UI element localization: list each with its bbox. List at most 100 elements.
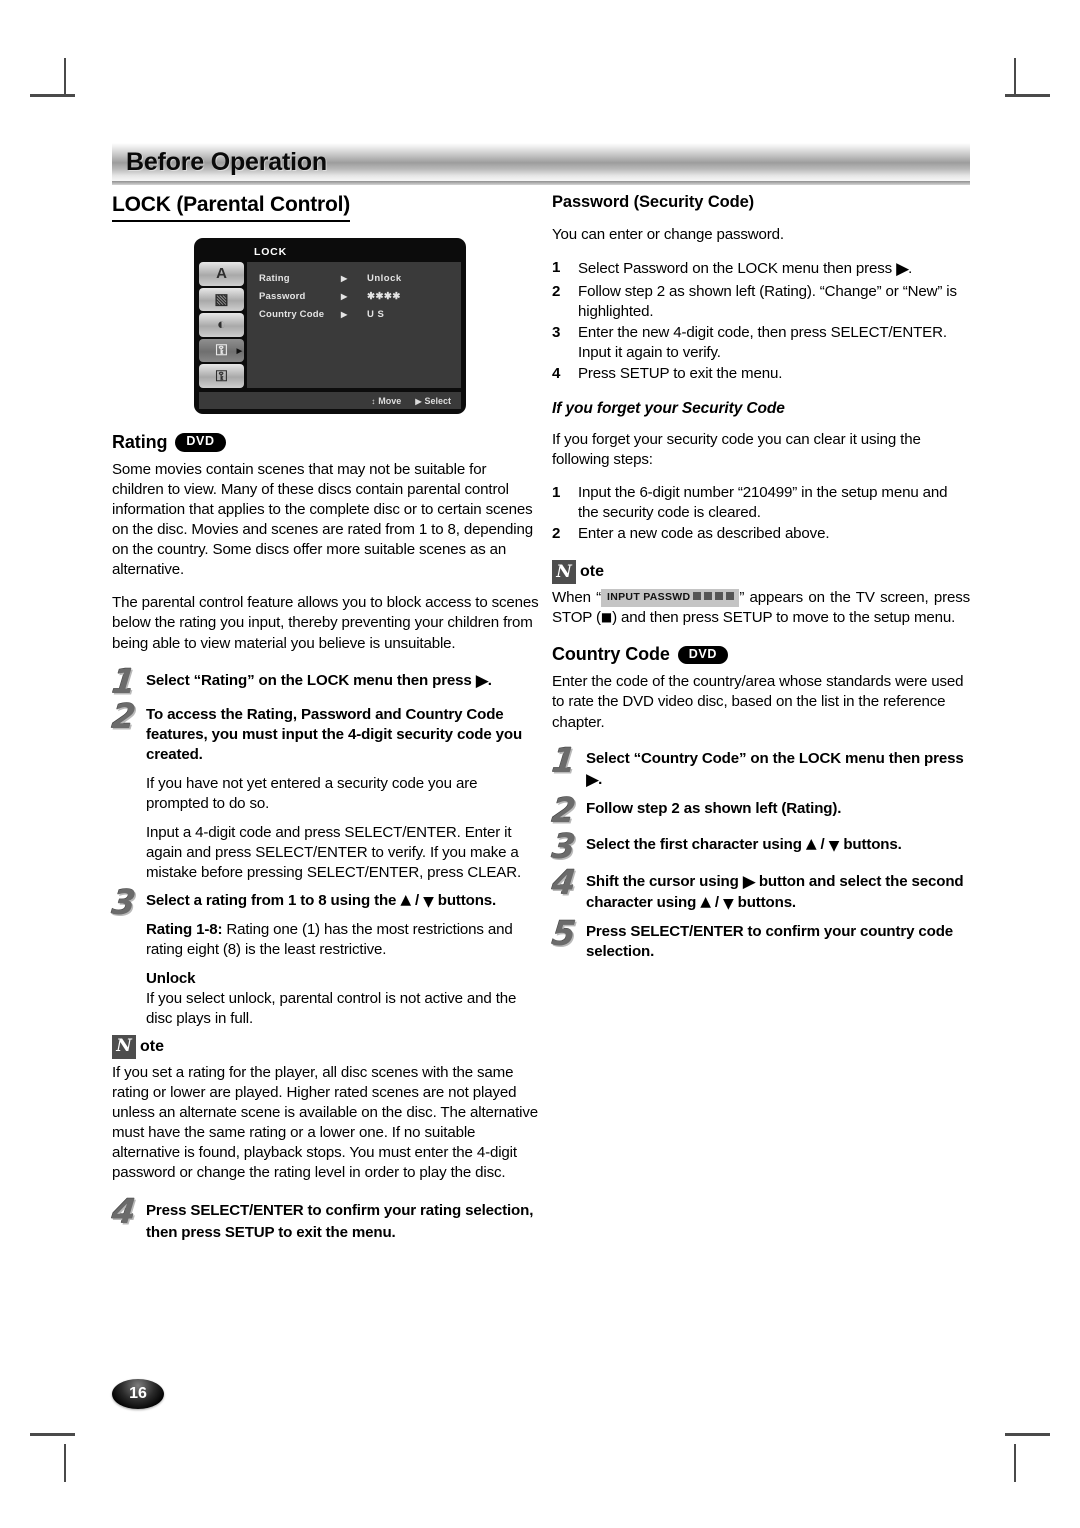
- down-arrow-button-icon: ▼: [722, 896, 734, 913]
- chevron-right-icon: ▶: [341, 291, 348, 301]
- crop-mark-top-left-horizontal: [30, 94, 75, 97]
- page-header-banner: Before Operation: [112, 143, 970, 181]
- input-passwd-osd-chip: INPUT PASSWD: [601, 589, 740, 608]
- crop-mark-bottom-right-vertical: [1014, 1444, 1016, 1482]
- osd-row-value: U S: [367, 308, 385, 320]
- crop-mark-top-right-horizontal: [1005, 94, 1050, 97]
- step-detail-1: If you have not yet entered a security c…: [146, 775, 478, 813]
- step-number: 5: [549, 913, 578, 954]
- osd-row-rating: Rating ▶ Unlock: [259, 269, 461, 287]
- right-arrow-button-icon: ▶: [475, 670, 489, 691]
- rating-title: Rating: [112, 432, 168, 452]
- osd-row-label: Country Code: [259, 308, 325, 320]
- chevron-right-icon: ▶: [341, 273, 348, 283]
- step-text: Follow step 2 as shown left (Rating).: [586, 799, 842, 817]
- step-number: 2: [552, 525, 561, 543]
- crop-mark-bottom-left-horizontal: [30, 1433, 75, 1436]
- osd-main: A ▧ ◐ ⚿ ▶ ⚿ Rating ▶ Unlock Password ▶ ✱…: [199, 262, 461, 388]
- step-text: To access the Rating, Password and Count…: [146, 706, 523, 764]
- osd-row-country-code: Country Code ▶ U S: [259, 305, 461, 323]
- country-step-5: 5 Press SELECT/ENTER to confirm your cou…: [549, 913, 970, 962]
- osd-footer-hints: ↕ Move ▶ Select: [199, 392, 461, 409]
- osd-row-label: Rating: [259, 272, 290, 284]
- osd-sidebar: A ▧ ◐ ⚿ ▶ ⚿: [199, 262, 247, 388]
- step-text: Input the 6-digit number “210499” in the…: [578, 484, 948, 522]
- step-number: 1: [552, 259, 561, 277]
- note-icon: N: [552, 560, 576, 585]
- note-label: ote: [580, 563, 604, 581]
- step-text: Follow step 2 as shown left (Rating). “C…: [578, 282, 957, 320]
- country-step-3: 3 Select the first character using ▲ / ▼…: [549, 826, 902, 867]
- note-heading: N ote: [552, 560, 970, 585]
- step-number: 3: [109, 882, 138, 923]
- list-item: 2 Enter a new code as described above.: [552, 524, 970, 544]
- right-arrow-button-icon: ▶: [742, 871, 756, 892]
- down-arrow-button-icon: ▼: [828, 837, 840, 854]
- passwd-square-icon: [726, 592, 735, 601]
- crop-mark-top-right-vertical: [1014, 58, 1016, 96]
- right-arrow-button-icon: ▶: [896, 259, 909, 280]
- section-heading-password: Password (Security Code): [552, 193, 755, 211]
- step-number: 4: [549, 862, 578, 903]
- password-note-text: When “INPUT PASSWD” appears on the TV sc…: [552, 589, 970, 627]
- chevron-right-icon: ▶: [415, 396, 422, 406]
- rating-range-note: Rating 1-8: Rating one (1) has the most …: [146, 921, 513, 959]
- country-step-1: 1 Select “Country Code” on the LOCK menu…: [549, 740, 964, 790]
- list-item: 1 Select Password on the LOCK menu then p…: [552, 259, 913, 280]
- osd-hint-move: ↕ Move: [371, 395, 402, 406]
- passwd-square-icon: [704, 592, 713, 601]
- step-text: Press SETUP to exit the menu.: [578, 364, 783, 382]
- up-arrow-button-icon: ▲: [700, 894, 711, 911]
- section-heading-lock: LOCK (Parental Control): [112, 193, 350, 222]
- rating-step-1: 1 Select “Rating” on the LOCK menu then …: [109, 661, 492, 702]
- rating-paragraph-1: Some movies contain scenes that may not …: [112, 461, 533, 579]
- step-number: 3: [552, 323, 561, 341]
- banner-underline: [112, 181, 970, 185]
- rating-note-text: If you set a rating for the player, all …: [112, 1063, 538, 1182]
- others-icon: ⚿: [199, 364, 244, 388]
- right-arrow-button-icon: ▶: [586, 769, 599, 790]
- right-column: Password (Security Code) You can enter o…: [549, 193, 970, 967]
- language-icon: A: [199, 262, 244, 286]
- osd-rows: Rating ▶ Unlock Password ▶ ✱✱✱✱ Country …: [247, 262, 461, 388]
- step-number: 2: [552, 282, 561, 300]
- list-item: 2 Follow step 2 as shown left (Rating). “…: [552, 282, 970, 322]
- rating-paragraph-2: The parental control feature allows you …: [112, 594, 539, 652]
- step-text: Select “Rating” on the LOCK menu then pr…: [146, 671, 472, 689]
- country-code-title: Country Code: [552, 644, 670, 665]
- chevron-right-icon: ▶: [341, 309, 348, 319]
- lock-icon: ⚿ ▶: [199, 338, 244, 363]
- osd-row-value: Unlock: [367, 272, 402, 284]
- osd-hint-select: ▶ Select: [415, 395, 451, 406]
- unlock-text: If you select unlock, parental control i…: [146, 990, 517, 1027]
- section-heading-country-code: Country Code DVD: [552, 644, 970, 665]
- display-icon: ▧: [199, 287, 244, 312]
- step-text: Select “Country Code” on the LOCK menu t…: [586, 749, 964, 767]
- unlock-heading: Unlock: [146, 970, 196, 988]
- step-number: 2: [549, 790, 578, 831]
- up-down-arrow-icon: ↕: [371, 396, 376, 406]
- up-arrow-button-icon: ▲: [805, 835, 817, 852]
- section-heading-rating: Rating DVD: [112, 432, 542, 453]
- country-step-2: 2 Follow step 2 as shown left (Rating).: [549, 790, 970, 831]
- osd-row-password: Password ▶ ✱✱✱✱: [259, 287, 461, 305]
- step-number: 4: [109, 1192, 138, 1233]
- crop-mark-bottom-right-horizontal: [1005, 1433, 1050, 1436]
- note-icon: N: [112, 1034, 136, 1059]
- step-text: Select the first character using: [586, 835, 802, 853]
- list-item: 3 Enter the new 4-digit code, then press …: [552, 323, 970, 363]
- step-number: 4: [552, 364, 561, 382]
- step-text: Enter a new code as described above.: [578, 525, 830, 543]
- list-item: 4 Press SETUP to exit the menu.: [552, 364, 970, 384]
- stop-button-icon: ■: [600, 610, 613, 625]
- down-arrow-button-icon: ▼: [423, 893, 434, 910]
- passwd-square-icon: [693, 592, 702, 601]
- country-code-intro: Enter the code of the country/area whose…: [552, 673, 964, 731]
- step-number: 1: [549, 740, 578, 781]
- crop-mark-top-left-vertical: [64, 58, 66, 96]
- audio-icon: ◐: [199, 313, 244, 337]
- lock-menu-screenshot: LOCK A ▧ ◐ ⚿ ▶ ⚿ Rating ▶ Unlock Passwor…: [194, 238, 466, 414]
- note-label: ote: [140, 1037, 164, 1055]
- note-heading: N ote: [112, 1034, 542, 1059]
- osd-row-label: Password: [259, 290, 306, 302]
